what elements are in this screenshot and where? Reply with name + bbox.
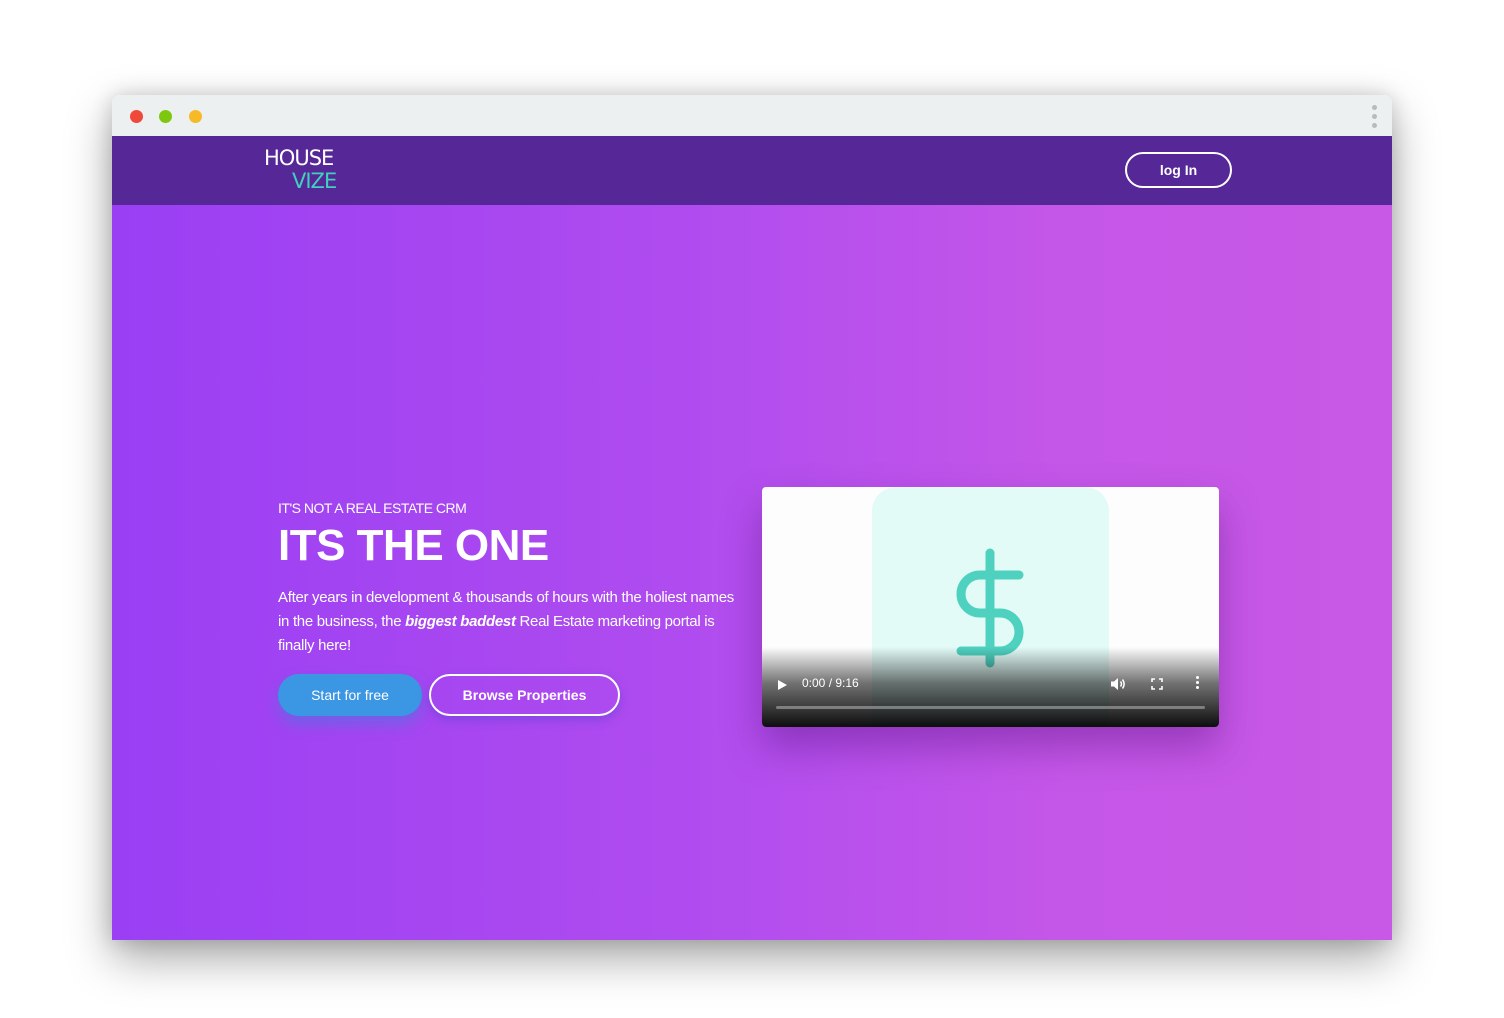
video-more-options-icon[interactable] [1196,676,1200,691]
volume-icon[interactable] [1110,677,1126,691]
maximize-window-button[interactable] [189,110,202,123]
logo-line-2: VIZE [292,169,337,193]
start-for-free-button[interactable]: Start for free [278,674,422,716]
browser-titlebar [112,95,1392,136]
browser-menu-icon[interactable] [1370,105,1378,129]
browse-properties-button[interactable]: Browse Properties [429,674,620,716]
hero-description-emphasis: biggest baddest [405,613,516,630]
video-progress-bar[interactable] [776,706,1205,709]
hero-headline: ITS THE ONE [278,521,549,570]
video-time-display: 0:00 / 9:16 [802,676,859,690]
close-window-button[interactable] [130,110,143,123]
play-icon[interactable] [778,680,787,690]
hero-eyebrow: IT'S NOT A REAL ESTATE CRM [278,500,467,516]
browser-window: HOUSE VIZE log In IT'S NOT A REAL ESTATE… [112,95,1392,940]
site-navbar: HOUSE VIZE log In [112,136,1392,205]
logo-line-1: HOUSE [264,146,334,170]
login-button[interactable]: log In [1125,152,1232,188]
hero-section: IT'S NOT A REAL ESTATE CRM ITS THE ONE A… [112,205,1392,940]
promo-video-player[interactable]: 0:00 / 9:16 [762,487,1219,727]
minimize-window-button[interactable] [159,110,172,123]
video-controls-bar: 0:00 / 9:16 [762,647,1219,727]
housevize-logo[interactable]: HOUSE VIZE [264,146,337,193]
fullscreen-icon[interactable] [1151,678,1163,690]
hero-description: After years in development & thousands o… [278,586,738,658]
